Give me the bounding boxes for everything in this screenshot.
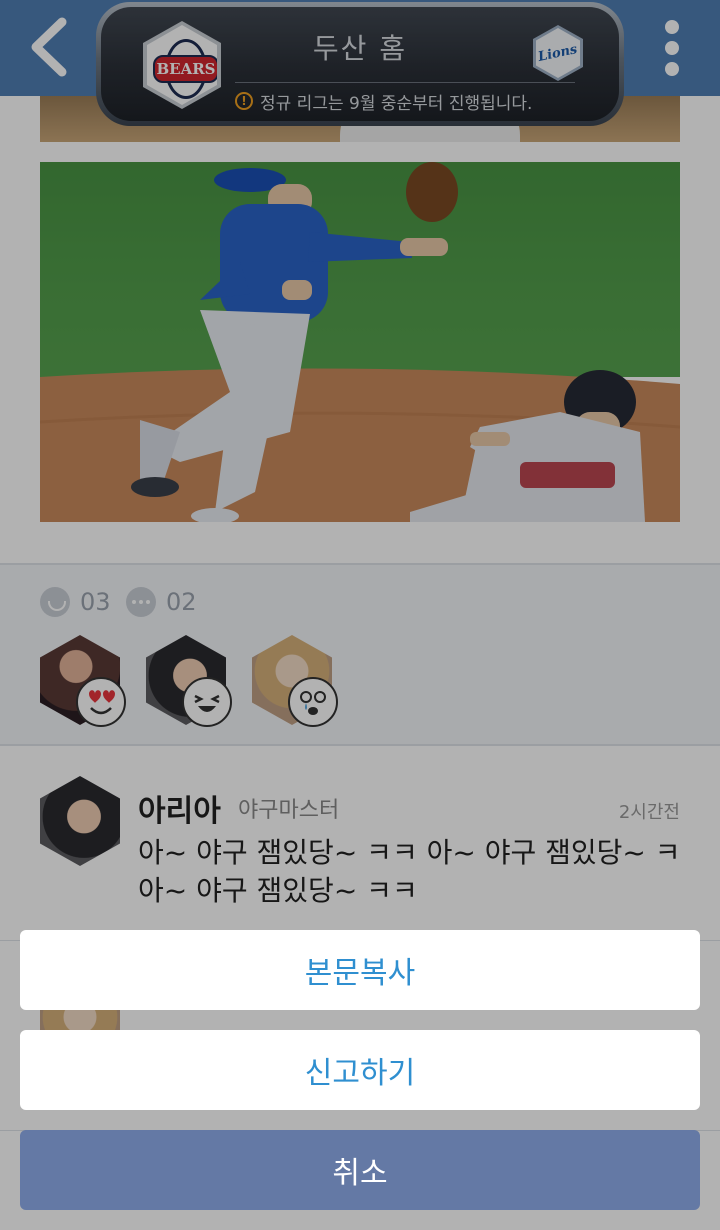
copy-text-button[interactable]: 본문복사 — [20, 930, 700, 1010]
report-button[interactable]: 신고하기 — [20, 1030, 700, 1110]
cancel-button[interactable]: 취소 — [20, 1130, 700, 1210]
